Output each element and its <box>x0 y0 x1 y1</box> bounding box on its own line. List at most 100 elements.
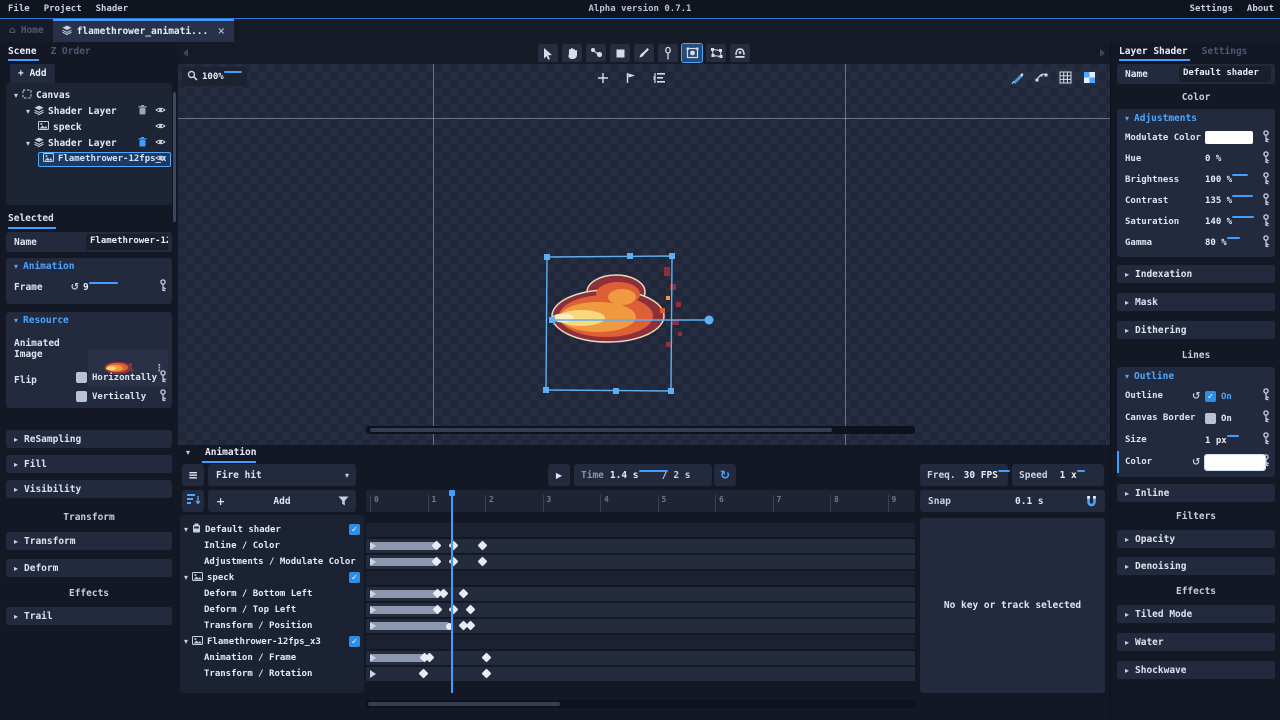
track-lane[interactable] <box>366 555 915 569</box>
keyframe-bar[interactable] <box>370 542 436 550</box>
tab-settings[interactable]: Settings <box>1202 46 1248 59</box>
keyframe-icon[interactable] <box>1262 432 1271 448</box>
keyframe-diamond[interactable] <box>481 669 491 679</box>
section-denoising[interactable]: ▸Denoising <box>1117 557 1275 575</box>
adjustment-value-field[interactable]: 80 % <box>1205 237 1257 248</box>
keyframe-icon[interactable] <box>159 279 168 295</box>
tab-layer-shader[interactable]: Layer Shader <box>1119 46 1188 59</box>
tab-home[interactable]: ⌂ Home <box>0 19 53 42</box>
filter-icon[interactable] <box>338 496 349 506</box>
keyframe-icon[interactable] <box>1262 214 1271 230</box>
section-shockwave[interactable]: ▸Shockwave <box>1117 661 1275 679</box>
keyframe-icon[interactable] <box>1262 130 1271 146</box>
track-name-animation-frame[interactable]: Animation / Frame✓ <box>180 650 388 665</box>
keyframe-diamond[interactable] <box>458 589 468 599</box>
reset-icon[interactable]: ↺ <box>1192 457 1200 468</box>
track-name-adjustments-modulate-color[interactable]: Adjustments / Modulate Color✓ <box>180 554 388 569</box>
pin-tool-button[interactable] <box>658 44 678 62</box>
section-water[interactable]: ▸Water <box>1117 633 1275 651</box>
keyframe-diamond[interactable] <box>481 653 491 663</box>
section-deform[interactable]: ▸Deform <box>6 559 172 577</box>
flip-checkbox[interactable] <box>76 391 87 402</box>
outline-color-swatch[interactable] <box>1205 455 1265 470</box>
freq-value[interactable]: 30 FPS <box>964 470 1004 481</box>
playhead-handle[interactable] <box>449 490 455 496</box>
keyframe-icon[interactable] <box>159 370 168 386</box>
select-tool-button[interactable] <box>538 44 558 62</box>
track-lane-area[interactable] <box>366 515 915 693</box>
collapse-caret-icon[interactable]: ▾ <box>1125 372 1129 381</box>
keyframe-icon[interactable] <box>1262 151 1271 167</box>
flag-icon[interactable] <box>622 69 640 87</box>
keyframe-diamond[interactable] <box>425 653 435 663</box>
track-name-flamethrower-12fps-x3[interactable]: ▾Flamethrower-12fps_x3✓ <box>180 634 368 649</box>
tree-caret-icon[interactable]: ▾ <box>26 107 30 116</box>
track-lane[interactable] <box>366 603 915 617</box>
flip-option-vertically[interactable]: Vertically <box>76 387 172 406</box>
tree-item-canvas[interactable]: ▾Canvas <box>6 87 172 103</box>
adjustment-value-field[interactable]: 135 % <box>1205 195 1257 206</box>
adjustment-value-field[interactable]: 100 % <box>1205 174 1257 185</box>
canvas-h-scrollbar[interactable] <box>366 426 915 434</box>
keyframe-bar[interactable] <box>370 606 437 614</box>
add-track-bar[interactable]: + Add <box>208 490 356 512</box>
section-resampling[interactable]: ▸ReSampling <box>6 430 172 448</box>
keyframe-bar[interactable] <box>370 558 436 566</box>
origin-crosshair-icon[interactable] <box>594 69 612 87</box>
menu-item-about[interactable]: About <box>1247 4 1274 14</box>
warp-tool-button[interactable] <box>730 44 750 62</box>
visibility-eye-icon[interactable] <box>155 122 166 133</box>
track-caret-icon[interactable]: ▾ <box>184 573 188 582</box>
track-name-transform-rotation[interactable]: Transform / Rotation✓ <box>180 666 388 681</box>
toolbar-scroll-right-icon[interactable] <box>1100 49 1105 57</box>
collapse-caret-icon[interactable]: ▾ <box>14 316 18 325</box>
outline-checkbox[interactable]: ✓ <box>1205 391 1216 402</box>
tree-caret-icon[interactable]: ▾ <box>26 139 30 148</box>
section-transform[interactable]: ▸Transform <box>6 532 172 550</box>
tree-item-shader-layer[interactable]: ▾Shader Layer <box>6 103 172 119</box>
section-fill[interactable]: ▸Fill <box>6 455 172 473</box>
visibility-eye-icon[interactable] <box>155 138 166 149</box>
reset-icon[interactable]: ↺ <box>1192 391 1200 402</box>
freq-field[interactable]: Freq. 30 FPS <box>920 464 1008 486</box>
track-name-deform-top-left[interactable]: Deform / Top Left✓ <box>180 602 388 617</box>
flip-checkbox[interactable] <box>76 372 87 383</box>
track-name-speck[interactable]: ▾speck✓ <box>180 570 368 585</box>
canvas-viewport[interactable]: 100% <box>178 64 1110 445</box>
timeline-collapse-icon[interactable]: ▾ <box>186 448 190 457</box>
adjustment-value-field[interactable]: 0 % <box>1205 153 1257 164</box>
left-panel-scrollbar[interactable] <box>173 92 176 222</box>
track-caret-icon[interactable]: ▾ <box>184 525 188 534</box>
frame-value-field[interactable]: 9 <box>83 282 141 293</box>
color-swatch[interactable] <box>1205 131 1253 144</box>
tab-animation[interactable]: Animation <box>205 447 256 458</box>
add-layer-button[interactable]: + Add <box>10 64 55 83</box>
visibility-eye-icon[interactable] <box>155 154 166 165</box>
track-caret-icon[interactable]: ▾ <box>184 637 188 646</box>
track-lane[interactable] <box>366 571 915 585</box>
section-mask[interactable]: ▸Mask <box>1117 293 1275 311</box>
tree-item-shader-layer[interactable]: ▾Shader Layer <box>6 135 172 151</box>
grid-icon[interactable] <box>1056 68 1074 86</box>
track-enabled-checkbox[interactable]: ✓ <box>349 636 360 647</box>
outline-value-field[interactable]: On <box>1221 413 1261 424</box>
speed-value[interactable]: 1 x <box>1060 470 1090 481</box>
checker-background-icon[interactable] <box>1080 68 1098 86</box>
keyframe-bar[interactable] <box>370 622 449 630</box>
section-dithering[interactable]: ▸Dithering <box>1117 321 1275 339</box>
tree-item-flamethrower-12fps-x[interactable]: Flamethrower-12fps_x <box>6 151 172 167</box>
keyframe-diamond[interactable] <box>465 621 475 631</box>
visibility-eye-icon[interactable] <box>155 106 166 117</box>
toolbar-scroll-left-icon[interactable] <box>183 49 188 57</box>
onion-skin-icon[interactable] <box>1008 68 1026 86</box>
keyframe-icon[interactable] <box>1262 235 1271 251</box>
sort-order-button[interactable] <box>182 490 204 512</box>
track-lane[interactable] <box>366 539 915 553</box>
section-opacity[interactable]: ▸Opacity <box>1117 530 1275 548</box>
outline-value-field[interactable]: On <box>1221 391 1261 402</box>
track-enabled-checkbox[interactable]: ✓ <box>349 524 360 535</box>
section-inline[interactable]: ▸Inline <box>1117 484 1275 502</box>
playhead[interactable] <box>451 490 453 693</box>
keyframe-bar[interactable] <box>370 590 437 598</box>
reset-icon[interactable]: ↺ <box>71 282 79 293</box>
